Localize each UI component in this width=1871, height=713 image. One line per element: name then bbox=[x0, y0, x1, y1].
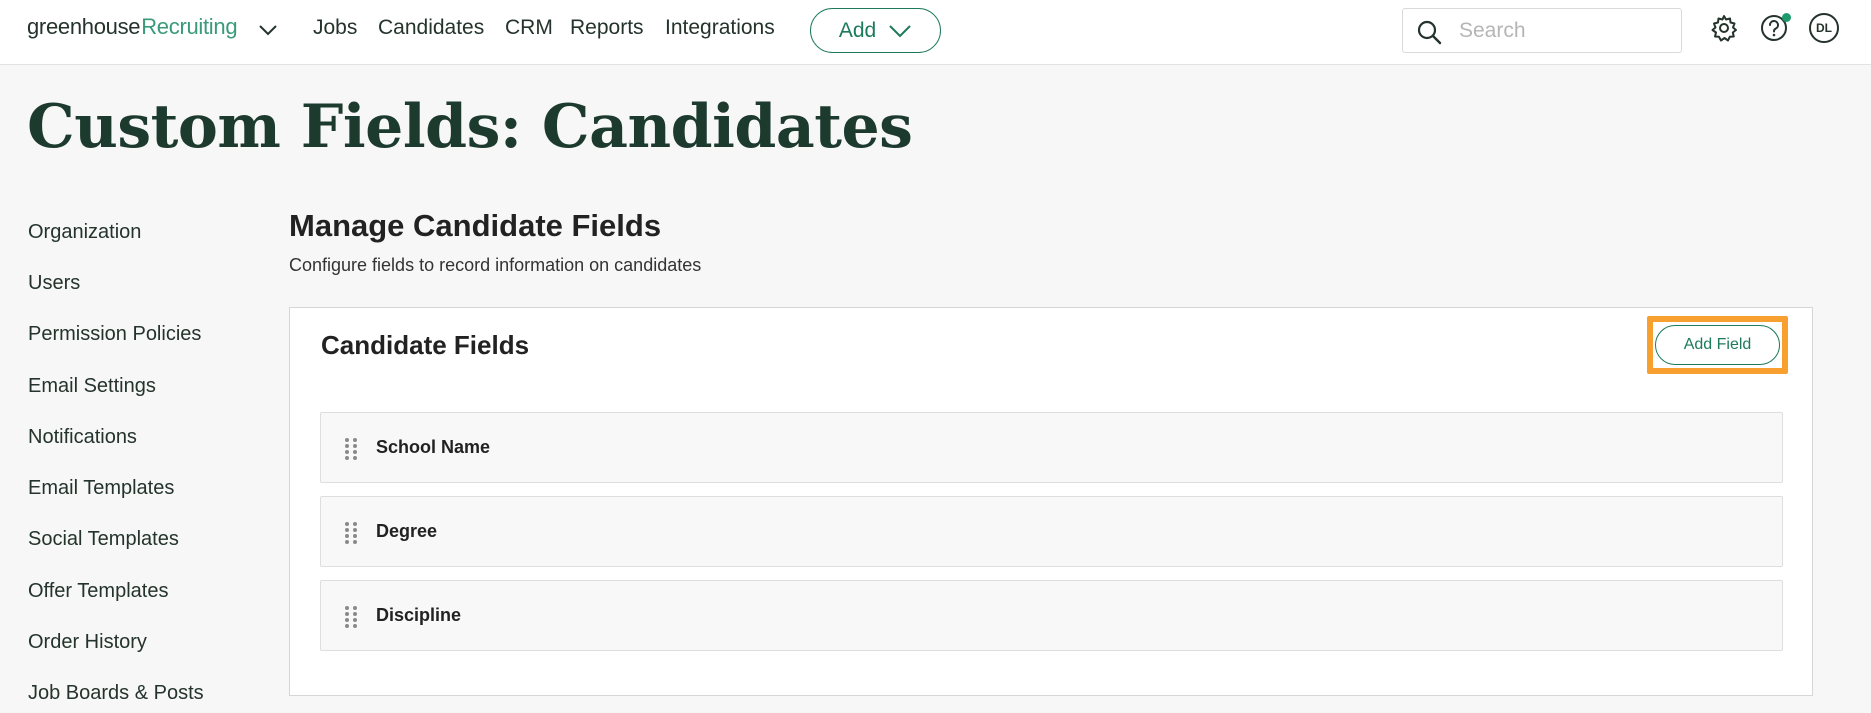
sidebar-item-users[interactable]: Users bbox=[28, 272, 80, 295]
field-label: School Name bbox=[376, 437, 491, 457]
drag-handle-icon[interactable] bbox=[344, 521, 358, 545]
greenhouse-logo[interactable]: greenhouse Recruiting bbox=[27, 14, 238, 44]
candidate-fields-panel: Candidate Fields Add Field School Name D… bbox=[289, 307, 1813, 696]
logo-brand: greenhouse bbox=[27, 14, 141, 39]
panel-title: Candidate Fields bbox=[321, 330, 530, 360]
field-label: Degree bbox=[376, 521, 438, 541]
drag-handle-icon[interactable] bbox=[344, 605, 358, 629]
nav-integrations[interactable]: Integrations bbox=[665, 16, 775, 40]
field-label: Discipline bbox=[376, 605, 462, 625]
nav-reports[interactable]: Reports bbox=[570, 16, 644, 40]
section-heading: Manage Candidate Fields bbox=[289, 208, 662, 243]
add-button[interactable]: Add bbox=[810, 8, 941, 53]
sidebar-item-notifications[interactable]: Notifications bbox=[28, 426, 137, 449]
nav-crm[interactable]: CRM bbox=[505, 16, 553, 40]
search-input[interactable] bbox=[1459, 15, 1669, 47]
sidebar-item-organization[interactable]: Organization bbox=[28, 221, 141, 244]
field-row-degree[interactable]: Degree bbox=[320, 496, 1783, 567]
drag-handle-icon[interactable] bbox=[344, 437, 358, 461]
field-row-school-name[interactable]: School Name bbox=[320, 412, 1783, 483]
avatar[interactable]: DL bbox=[1809, 13, 1839, 43]
search-box bbox=[1402, 8, 1682, 53]
sidebar-item-offer-templates[interactable]: Offer Templates bbox=[28, 580, 168, 603]
chevron-down-icon bbox=[889, 24, 911, 37]
top-navigation-bar: greenhouse Recruiting Jobs Candidates CR… bbox=[0, 0, 1871, 65]
sidebar-item-order-history[interactable]: Order History bbox=[28, 631, 147, 654]
page-title: Custom Fields: Candidates bbox=[27, 92, 913, 162]
notification-dot bbox=[1782, 13, 1791, 22]
nav-candidates[interactable]: Candidates bbox=[378, 16, 484, 40]
nav-jobs[interactable]: Jobs bbox=[313, 16, 357, 40]
section-description: Configure fields to record information o… bbox=[289, 255, 702, 275]
chevron-down-icon[interactable] bbox=[257, 19, 279, 41]
logo-product: Recruiting bbox=[141, 14, 238, 39]
sidebar-item-email-templates[interactable]: Email Templates bbox=[28, 477, 174, 500]
sidebar-item-email-settings[interactable]: Email Settings bbox=[28, 375, 156, 398]
field-row-discipline[interactable]: Discipline bbox=[320, 580, 1783, 651]
sidebar-item-social-templates[interactable]: Social Templates bbox=[28, 528, 179, 551]
search-icon bbox=[1417, 20, 1442, 45]
add-button-label: Add bbox=[838, 18, 877, 42]
sidebar-item-job-boards-posts[interactable]: Job Boards & Posts bbox=[28, 682, 204, 705]
sidebar-item-permission-policies[interactable]: Permission Policies bbox=[28, 323, 201, 346]
add-field-button[interactable]: Add Field bbox=[1655, 325, 1780, 365]
gear-icon[interactable] bbox=[1709, 13, 1739, 43]
